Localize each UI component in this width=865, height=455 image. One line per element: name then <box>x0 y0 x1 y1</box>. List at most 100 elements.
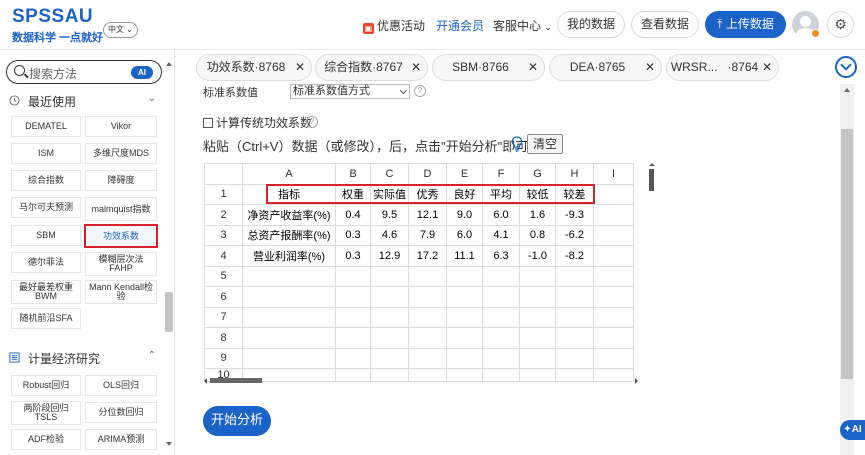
ai-badge[interactable]: AI <box>131 66 153 79</box>
grid-cell[interactable] <box>593 327 634 349</box>
column-header[interactable]: D <box>408 163 447 185</box>
scroll-left-icon[interactable] <box>204 378 207 384</box>
grid-cell[interactable] <box>242 347 336 369</box>
row-header[interactable]: 6 <box>204 286 243 308</box>
grid-cell[interactable] <box>335 327 371 349</box>
grid-cell[interactable] <box>408 327 447 349</box>
upload-data-button[interactable]: ⤒ 上传数据 <box>705 11 786 38</box>
logo[interactable]: SPSSAU 数据科学 一点就好 <box>12 6 103 44</box>
grid-cell[interactable] <box>242 306 336 328</box>
grid-cell[interactable] <box>242 265 336 287</box>
grid-cell[interactable] <box>408 347 447 369</box>
grid-cell[interactable]: 0.8 <box>519 224 556 246</box>
method-obstacle-degree[interactable]: 障碍度 <box>85 170 157 191</box>
gear-icon[interactable]: ⚙ <box>827 11 854 38</box>
section-econometrics[interactable]: 计量经济研究 ⌃ <box>6 348 164 368</box>
grid-cell[interactable]: 17.2 <box>408 245 447 267</box>
column-header[interactable]: F <box>482 163 520 185</box>
method-markov[interactable]: 马尔可夫预测 <box>11 197 81 218</box>
method-sbm[interactable]: SBM <box>11 225 81 246</box>
row-header[interactable]: 9 <box>204 347 243 369</box>
grid-cell[interactable] <box>408 265 447 287</box>
grid-horizontal-scrollbar[interactable] <box>204 375 638 385</box>
search-input[interactable]: 搜索方法 AI <box>6 60 162 84</box>
grid-cell[interactable] <box>482 306 520 328</box>
row-header[interactable]: 2 <box>204 204 243 226</box>
grid-cell[interactable] <box>593 347 634 369</box>
grid-cell[interactable]: 0.3 <box>335 245 371 267</box>
grid-cell[interactable] <box>593 286 634 308</box>
grid-cell[interactable]: 指标 <box>242 183 336 205</box>
method-malmquist[interactable]: malmquist指数 <box>85 197 157 221</box>
grid-cell[interactable] <box>519 286 556 308</box>
grid-vertical-scrollbar[interactable] <box>647 163 657 383</box>
grid-cell[interactable]: 6.0 <box>482 204 520 226</box>
grid-cell[interactable]: 9.5 <box>370 204 409 226</box>
scroll-up-icon[interactable] <box>166 62 172 66</box>
tab-dea[interactable]: DEA·8765 ✕ <box>549 54 662 81</box>
method-ols-regression[interactable]: OLS回归 <box>85 375 157 396</box>
grid-cell[interactable] <box>555 327 594 349</box>
help-icon[interactable]: ? <box>306 116 318 128</box>
method-efficacy-coefficient[interactable]: 功效系数 <box>84 224 158 248</box>
tab-wrsr[interactable]: WRSR... ·8764 ✕ <box>666 54 779 81</box>
chevron-down-circle-icon[interactable] <box>835 56 857 78</box>
lightbulb-icon[interactable] <box>511 136 523 152</box>
grid-cell[interactable]: 12.9 <box>370 245 409 267</box>
grid-cell[interactable] <box>519 306 556 328</box>
grid-cell[interactable] <box>408 306 447 328</box>
grid-cell[interactable] <box>519 347 556 369</box>
method-delphi[interactable]: 德尔菲法 <box>11 252 81 273</box>
row-header[interactable]: 5 <box>204 265 243 287</box>
grid-cell[interactable]: 9.0 <box>446 204 483 226</box>
traditional-coef-checkbox-row[interactable]: 计算传统功效系数 <box>203 114 312 131</box>
grid-cell[interactable] <box>446 347 483 369</box>
grid-cell[interactable] <box>446 327 483 349</box>
data-grid[interactable]: A B C D E F G H I 1 指标 权重 实际值 优秀 良好 平均 较… <box>204 163 634 382</box>
column-header[interactable]: E <box>446 163 483 185</box>
method-mds[interactable]: 多维尺度MDS <box>85 143 157 164</box>
grid-cell[interactable]: 12.1 <box>408 204 447 226</box>
grid-cell[interactable]: -8.2 <box>555 245 594 267</box>
grid-cell[interactable]: 6.0 <box>446 224 483 246</box>
grid-cell[interactable]: 4.6 <box>370 224 409 246</box>
grid-cell[interactable] <box>519 327 556 349</box>
grid-cell[interactable]: 净资产收益率(%) <box>242 204 336 226</box>
std-coef-select[interactable]: 标准系数值方式 <box>290 84 410 99</box>
grid-cell[interactable] <box>593 265 634 287</box>
method-mann-kendall[interactable]: Mann Kendall检验 <box>85 280 157 304</box>
method-composite-index[interactable]: 综合指数 <box>11 170 81 191</box>
grid-vscroll-thumb[interactable] <box>649 169 654 191</box>
grid-cell[interactable]: -6.2 <box>555 224 594 246</box>
grid-cell[interactable] <box>242 286 336 308</box>
grid-cell[interactable]: 较低 <box>519 183 556 205</box>
tab-sbm[interactable]: SBM·8766 ✕ <box>432 54 545 81</box>
row-header[interactable]: 1 <box>204 183 243 205</box>
close-icon[interactable]: ✕ <box>762 55 772 80</box>
grid-cell[interactable]: 权重 <box>335 183 371 205</box>
grid-cell[interactable] <box>555 306 594 328</box>
method-quantile-regression[interactable]: 分位数回归 <box>85 402 157 423</box>
grid-cell[interactable]: 6.3 <box>482 245 520 267</box>
method-dematel[interactable]: DEMATEL <box>11 116 81 137</box>
grid-cell[interactable] <box>555 286 594 308</box>
scroll-right-icon[interactable] <box>635 378 638 384</box>
method-sfa[interactable]: 随机前沿SFA <box>11 308 81 329</box>
method-arima[interactable]: ARIMA预测 <box>85 429 157 450</box>
method-adf-test[interactable]: ADF检验 <box>11 429 81 450</box>
grid-cell[interactable] <box>482 265 520 287</box>
close-icon[interactable]: ✕ <box>528 55 538 80</box>
sidebar-scrollbar[interactable] <box>165 52 174 452</box>
grid-cell[interactable] <box>335 306 371 328</box>
grid-cell[interactable] <box>335 286 371 308</box>
grid-cell[interactable]: 1.6 <box>519 204 556 226</box>
nav-vip[interactable]: 开通会员 <box>436 17 484 34</box>
column-header[interactable]: G <box>519 163 556 185</box>
nav-promo[interactable]: ▣ 优惠活动 <box>363 17 425 34</box>
tab-composite-index[interactable]: 综合指数·8767 ✕ <box>315 54 428 81</box>
column-header[interactable]: H <box>555 163 594 185</box>
grid-cell[interactable] <box>519 265 556 287</box>
close-icon[interactable]: ✕ <box>645 55 655 80</box>
grid-cell[interactable] <box>242 327 336 349</box>
ai-assistant-button[interactable]: ✦AI <box>840 420 865 440</box>
